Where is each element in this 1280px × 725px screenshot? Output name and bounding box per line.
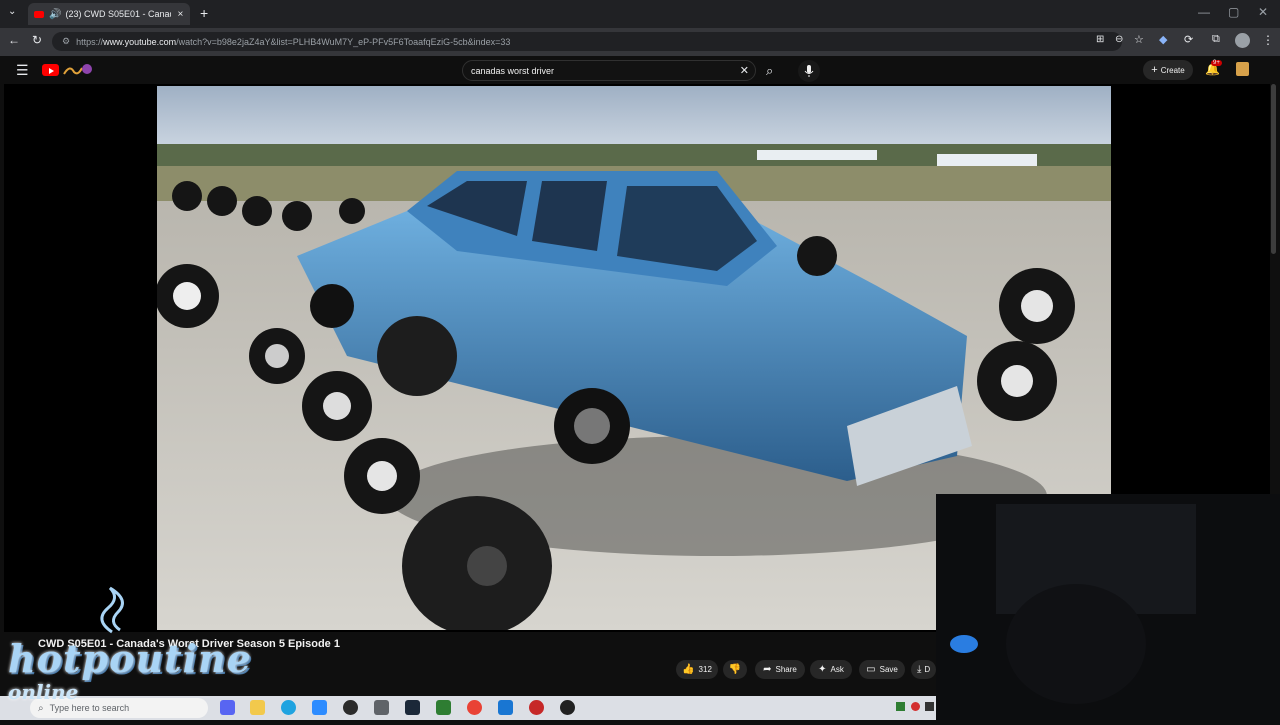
save-button[interactable]: ▭ Save: [859, 660, 905, 679]
thumbs-down-icon: 👎: [728, 664, 742, 675]
browser-menu-icon[interactable]: ⋮: [1262, 33, 1274, 47]
tab-close-button[interactable]: ×: [177, 9, 183, 20]
youtube-logo-icon[interactable]: [42, 64, 59, 76]
obs-icon[interactable]: [343, 700, 358, 715]
speaker-icon[interactable]: 🔊: [49, 9, 61, 20]
chrome-icon[interactable]: [467, 700, 482, 715]
back-icon[interactable]: ←: [8, 33, 20, 47]
discord-icon[interactable]: [220, 700, 235, 715]
search-value: canadas worst driver: [471, 65, 555, 76]
tab-search-chevron-icon[interactable]: ⌄: [8, 6, 16, 17]
download-icon: ⤓: [917, 664, 922, 675]
thumbs-up-icon: 👍: [682, 664, 695, 675]
site-info-icon[interactable]: ⚙: [62, 36, 70, 47]
search-icon[interactable]: ⌕: [766, 63, 773, 79]
address-bar[interactable]: ⚙ https://www.youtube.com/watch?v=b98e2j…: [52, 32, 1122, 51]
app-dark-icon[interactable]: [560, 700, 575, 715]
channel-logo-text: hotpoutine: [8, 636, 252, 681]
url-prefix: https://: [76, 36, 104, 47]
tab-title: (23) CWD S05E01 - Canada's W: [65, 9, 171, 19]
save-label: Save: [879, 665, 898, 674]
download-label: D: [924, 665, 931, 674]
doodle-logo[interactable]: [62, 62, 92, 78]
url-path: /watch?v=b98e2jaZ4aY&list=PLHB4WuM7Y_eP-…: [176, 36, 511, 47]
browser-tab[interactable]: 🔊 (23) CWD S05E01 - Canada's W ×: [28, 3, 190, 25]
webcam-scene: [936, 494, 1280, 720]
guide-menu-icon[interactable]: ☰: [16, 62, 29, 79]
app-blue-icon[interactable]: [312, 700, 327, 715]
like-button[interactable]: 👍 312: [676, 660, 718, 679]
plus-icon: +: [1151, 64, 1158, 76]
ask-label: Ask: [830, 665, 844, 674]
save-icon: ▭: [866, 664, 876, 675]
sparkle-icon: ✦: [818, 664, 827, 675]
account-avatar[interactable]: [1236, 62, 1249, 76]
extensions-puzzle-icon[interactable]: ⧉: [1212, 33, 1220, 46]
like-count: 312: [698, 665, 712, 674]
app-blue-2-icon[interactable]: [498, 700, 513, 715]
webcam-overlay: [936, 494, 1280, 720]
extension-icon[interactable]: ◆: [1159, 33, 1167, 46]
download-button[interactable]: ⤓ D: [911, 660, 936, 679]
tray-icon-2[interactable]: [911, 702, 920, 711]
app-red-icon[interactable]: [529, 700, 544, 715]
youtube-favicon-icon: [34, 10, 44, 18]
tray-icon-3[interactable]: [925, 702, 934, 711]
page-scrollbar[interactable]: [1271, 84, 1276, 254]
voice-search-button[interactable]: [798, 60, 820, 82]
profile-avatar[interactable]: [1235, 33, 1250, 48]
taskbar-search-icon: ⌕: [38, 702, 44, 714]
restore-icon[interactable]: ▢: [1228, 5, 1239, 19]
url-host: www.youtube.com: [103, 36, 177, 47]
zoom-icon[interactable]: ⊖: [1115, 34, 1123, 45]
create-button[interactable]: + Create: [1143, 60, 1193, 80]
share-label: Share: [775, 665, 797, 674]
clear-search-icon[interactable]: ✕: [740, 64, 749, 77]
app-green-icon[interactable]: [436, 700, 451, 715]
settings-icon[interactable]: [374, 700, 389, 715]
share-button[interactable]: ➦ Share: [755, 660, 805, 679]
share-icon: ➦: [763, 664, 772, 675]
dislike-button[interactable]: 👎: [723, 660, 747, 679]
app-icon[interactable]: ⊞: [1096, 34, 1104, 45]
ask-button[interactable]: ✦ Ask: [810, 660, 852, 679]
steam-icon[interactable]: [405, 700, 420, 715]
new-tab-button[interactable]: +: [200, 5, 208, 21]
reload-icon[interactable]: ↻: [32, 33, 42, 47]
sync-icon[interactable]: ⟳: [1184, 33, 1193, 46]
edge-icon[interactable]: [281, 700, 296, 715]
create-label: Create: [1160, 65, 1185, 75]
bookmark-star-icon[interactable]: ☆: [1134, 33, 1144, 46]
search-input[interactable]: canadas worst driver ✕: [462, 60, 756, 81]
browser-tab-strip: [0, 0, 1280, 28]
tray-icon-1[interactable]: [896, 702, 905, 711]
steam-swirl-logo: [90, 586, 134, 634]
minimize-icon[interactable]: —: [1198, 5, 1210, 19]
window-close-icon[interactable]: ✕: [1258, 5, 1268, 19]
channel-logo-subtext: online: [8, 680, 79, 704]
file-explorer-icon[interactable]: [250, 700, 265, 715]
taskbar-search-placeholder: Type here to search: [49, 703, 130, 713]
notification-badge: 9+: [1211, 60, 1222, 66]
